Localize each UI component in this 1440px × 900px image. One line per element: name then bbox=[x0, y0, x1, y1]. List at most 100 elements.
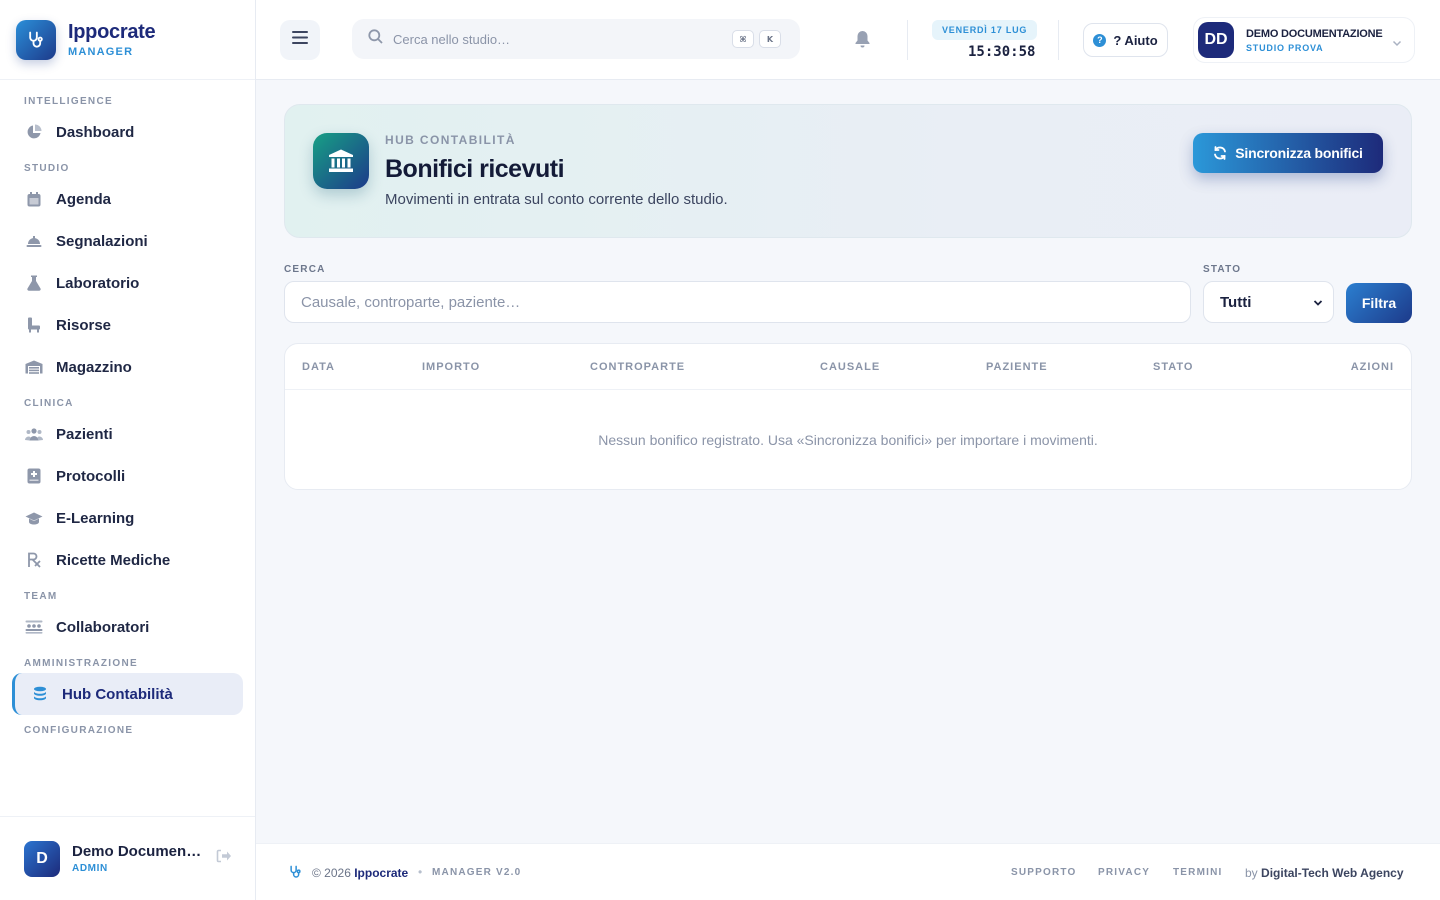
sidebar-item-segnalazioni[interactable]: Segnalazioni bbox=[12, 220, 243, 262]
divider bbox=[1058, 20, 1059, 60]
profile-name: DEMO DOCUMENTAZIONE bbox=[1246, 27, 1383, 40]
chair-icon bbox=[24, 317, 44, 333]
search-label: CERCA bbox=[284, 264, 326, 275]
column-header-importo[interactable]: IMPORTO bbox=[422, 361, 480, 373]
agency-name[interactable]: Digital-Tech Web Agency bbox=[1261, 866, 1403, 880]
sidebar-item-risorse[interactable]: Risorse bbox=[12, 304, 243, 346]
medical-book-icon bbox=[24, 468, 44, 484]
sidebar-item-label: Risorse bbox=[56, 316, 112, 334]
shortcut-key-cmd: ⌘ bbox=[732, 30, 754, 48]
sync-transfers-button[interactable]: Sincronizza bonifici bbox=[1193, 133, 1383, 173]
page-title: Bonifici ricevuti bbox=[385, 155, 565, 183]
sidebar-item-label: Protocolli bbox=[56, 467, 126, 485]
brand[interactable]: Ippocrate MANAGER bbox=[0, 0, 255, 80]
empty-state-message: Nessun bonifico registrato. Usa «Sincron… bbox=[598, 432, 1098, 448]
sidebar-item-pazienti[interactable]: Pazienti bbox=[12, 413, 243, 455]
sidebar-item-label: Pazienti bbox=[56, 425, 113, 443]
shortcut-key-k: K bbox=[759, 30, 781, 48]
stethoscope-icon bbox=[288, 864, 303, 885]
user-name: Demo Documentazione bbox=[72, 843, 202, 860]
menu-toggle-button[interactable] bbox=[280, 20, 320, 60]
footer-link-supporto[interactable]: SUPPORTO bbox=[1011, 867, 1077, 878]
sidebar-item-elearning[interactable]: E-Learning bbox=[12, 497, 243, 539]
section-studio: STUDIO bbox=[24, 163, 70, 174]
sidebar-item-label: Collaboratori bbox=[56, 618, 150, 636]
column-header-stato[interactable]: STATO bbox=[1153, 361, 1193, 373]
avatar[interactable]: D bbox=[24, 840, 60, 877]
section-team: TEAM bbox=[24, 591, 58, 602]
people-group-icon bbox=[24, 620, 44, 634]
refresh-icon bbox=[1213, 146, 1227, 160]
page-subtitle: Movimenti in entrata sul conto corrente … bbox=[385, 191, 728, 208]
page-header: HUB CONTABILITÀ Bonifici ricevuti Movime… bbox=[284, 104, 1412, 238]
sidebar-item-agenda[interactable]: Agenda bbox=[12, 178, 243, 220]
bell-service-icon bbox=[24, 234, 44, 248]
column-header-paziente[interactable]: PAZIENTE bbox=[986, 361, 1048, 373]
clock: 15:30:58 bbox=[968, 44, 1036, 60]
stethoscope-icon bbox=[16, 19, 56, 60]
help-button[interactable]: ? ? Aiuto bbox=[1083, 23, 1168, 57]
footer: © 2026 Ippocrate • MANAGER V2.0 SUPPORTO… bbox=[256, 843, 1440, 900]
sidebar-item-label: E-Learning bbox=[56, 509, 135, 527]
search-icon bbox=[368, 29, 383, 49]
sidebar-item-label: Hub Contabilità bbox=[62, 685, 173, 703]
column-header-data[interactable]: DATA bbox=[302, 361, 335, 373]
sidebar-item-label: Ricette Mediche bbox=[56, 551, 171, 569]
users-icon bbox=[24, 427, 44, 441]
sidebar-item-dashboard[interactable]: Dashboard bbox=[12, 111, 243, 153]
transfers-table: DATA IMPORTO CONTROPARTE CAUSALE PAZIENT… bbox=[284, 343, 1412, 490]
sidebar-item-label: Dashboard bbox=[56, 123, 135, 141]
warehouse-icon bbox=[24, 360, 44, 374]
date-badge: VENERDÌ 17 LUG bbox=[932, 20, 1038, 40]
sync-button-label: Sincronizza bonifici bbox=[1235, 145, 1363, 161]
section-clinica: CLINICA bbox=[24, 398, 74, 409]
flask-icon bbox=[24, 275, 44, 291]
sidebar-item-collaboratori[interactable]: Collaboratori bbox=[12, 606, 243, 648]
sidebar-item-laboratorio[interactable]: Laboratorio bbox=[12, 262, 243, 304]
sidebar-item-label: Laboratorio bbox=[56, 274, 140, 292]
breadcrumb: HUB CONTABILITÀ bbox=[385, 133, 516, 147]
sidebar-item-hub-contabilita[interactable]: Hub Contabilità bbox=[12, 673, 243, 715]
sidebar-item-label: Magazzino bbox=[56, 358, 132, 376]
table-header: DATA IMPORTO CONTROPARTE CAUSALE PAZIENT… bbox=[285, 344, 1411, 390]
global-search[interactable]: Cerca nello studio… ⌘ K bbox=[352, 19, 800, 59]
sidebar-item-magazzino[interactable]: Magazzino bbox=[12, 346, 243, 388]
profile-menu[interactable]: DD DEMO DOCUMENTAZIONE STUDIO PROVA bbox=[1193, 17, 1415, 63]
brand-name: Ippocrate bbox=[68, 21, 156, 43]
column-header-azioni: AZIONI bbox=[1350, 361, 1394, 373]
user-role: ADMIN bbox=[72, 863, 108, 874]
sidebar-item-protocolli[interactable]: Protocolli bbox=[12, 455, 243, 497]
status-select[interactable]: Tutti bbox=[1203, 281, 1334, 323]
app-version: MANAGER V2.0 bbox=[432, 867, 522, 878]
bank-icon bbox=[313, 133, 369, 189]
sidebar-nav: INTELLIGENCE Dashboard STUDIO Agenda Seg… bbox=[0, 80, 255, 736]
graduation-cap-icon bbox=[24, 512, 44, 525]
hamburger-icon bbox=[292, 31, 308, 49]
brand-subtitle: MANAGER bbox=[68, 46, 134, 58]
copyright: © 2026 Ippocrate bbox=[312, 866, 408, 880]
filter-button[interactable]: Filtra bbox=[1346, 283, 1412, 323]
separator-dot: • bbox=[418, 865, 423, 879]
topbar: Cerca nello studio… ⌘ K VENERDÌ 17 LUG 1… bbox=[256, 0, 1440, 80]
copyright-year: © 2026 bbox=[312, 866, 351, 880]
prescription-icon bbox=[24, 552, 44, 568]
avatar: DD bbox=[1198, 22, 1234, 58]
search-input[interactable] bbox=[284, 281, 1191, 323]
chevron-down-icon bbox=[1392, 35, 1402, 53]
footer-link-privacy[interactable]: PRIVACY bbox=[1098, 867, 1150, 878]
notifications-bell-icon[interactable] bbox=[854, 30, 871, 53]
section-configurazione: CONFIGURAZIONE bbox=[24, 725, 134, 736]
column-header-causale[interactable]: CAUSALE bbox=[820, 361, 880, 373]
column-header-controparte[interactable]: CONTROPARTE bbox=[590, 361, 685, 373]
divider bbox=[907, 20, 908, 60]
help-label: ? Aiuto bbox=[1113, 32, 1158, 48]
agency-prefix: by bbox=[1245, 866, 1258, 880]
sidebar: Ippocrate MANAGER INTELLIGENCE Dashboard… bbox=[0, 0, 256, 900]
profile-studio: STUDIO PROVA bbox=[1246, 42, 1324, 53]
status-label: STATO bbox=[1203, 264, 1242, 275]
footer-link-termini[interactable]: TERMINI bbox=[1173, 867, 1223, 878]
help-icon: ? bbox=[1093, 33, 1107, 47]
sidebar-item-ricette-mediche[interactable]: Ricette Mediche bbox=[12, 539, 243, 581]
logout-icon[interactable] bbox=[216, 849, 232, 868]
chevron-down-icon bbox=[1313, 296, 1323, 313]
